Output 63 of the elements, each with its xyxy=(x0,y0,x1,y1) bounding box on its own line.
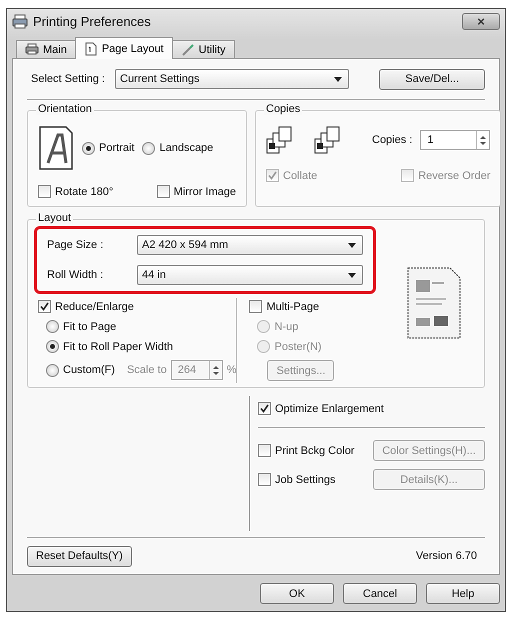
checkbox[interactable] xyxy=(38,300,51,313)
checkbox-label: Mirror Image xyxy=(174,186,236,198)
radio-label: Fit to Page xyxy=(63,320,116,332)
tab[interactable]: Utility xyxy=(172,40,235,58)
radio-label: Landscape xyxy=(159,142,214,154)
radio-label: Custom(F) xyxy=(63,364,115,376)
page-preview-icon xyxy=(406,266,462,340)
printer-icon xyxy=(12,14,28,28)
dropdown[interactable]: 44 in xyxy=(137,265,363,285)
checkbox[interactable] xyxy=(258,402,271,415)
checkbox[interactable] xyxy=(258,444,271,457)
window-title: Printing Preferences xyxy=(33,14,152,28)
checkbox-label: Rotate 180° xyxy=(55,186,114,198)
checkbox-label: Reverse Order xyxy=(418,170,490,182)
checkbox-label: Optimize Enlargement xyxy=(275,402,384,414)
radio-button[interactable] xyxy=(46,364,59,376)
checkbox[interactable] xyxy=(38,185,51,198)
checkbox-label: Print Bckg Color xyxy=(275,444,354,456)
radio-label: Fit to Roll Paper Width xyxy=(63,340,174,352)
radio-button[interactable] xyxy=(82,142,95,154)
dropdown[interactable]: A2 420 x 594 mm xyxy=(137,235,363,255)
checkbox-label: Collate xyxy=(283,170,318,182)
caret-icon xyxy=(348,272,356,278)
unit-label: % xyxy=(226,364,236,376)
ok-button[interactable]: OK xyxy=(260,583,334,604)
page-icon xyxy=(84,42,98,56)
wrench-icon xyxy=(180,42,195,56)
radio-button[interactable] xyxy=(46,340,59,353)
close-button[interactable]: × xyxy=(462,12,500,30)
checkbox-label: Job Settings xyxy=(275,474,336,486)
group-title: Copies xyxy=(264,103,302,115)
field-label: Roll Width : xyxy=(47,269,104,281)
help-button[interactable]: Help xyxy=(426,583,500,604)
tab[interactable]: Page Layout xyxy=(74,37,173,59)
copies-field[interactable]: 1 xyxy=(420,130,490,150)
field-label: Scale to xyxy=(126,364,167,376)
tab[interactable]: Main xyxy=(16,40,76,58)
collated-pages-icon xyxy=(314,125,340,155)
cancel-button[interactable]: Cancel xyxy=(343,583,417,604)
group-title: Layout xyxy=(36,212,74,224)
save-button[interactable]: Save/Del... xyxy=(379,68,485,90)
checkbox[interactable] xyxy=(156,185,170,198)
version-label: Version 6.70 xyxy=(416,550,477,562)
caret-icon xyxy=(334,76,342,82)
field-label: Select Setting : xyxy=(31,73,105,85)
collated-pages-icon xyxy=(266,125,292,155)
radio-label: Poster(N) xyxy=(274,340,322,352)
radio-label: Portrait xyxy=(99,142,134,154)
settings-dropdown[interactable]: Current Settings xyxy=(115,69,350,89)
field-label: Page Size : xyxy=(47,239,104,251)
radio-button[interactable] xyxy=(142,142,156,154)
group-title: Orientation xyxy=(36,103,94,115)
checkbox-label: Reduce/Enlarge xyxy=(55,300,134,312)
field-label: Copies : xyxy=(372,134,412,146)
reset-defaults-button[interactable]: Reset Defaults(Y) xyxy=(27,546,132,566)
radio-button[interactable] xyxy=(46,320,59,333)
caret-icon xyxy=(348,242,356,248)
printer-icon xyxy=(25,42,39,56)
checkbox[interactable] xyxy=(258,473,271,486)
page-letter-icon xyxy=(38,125,74,171)
radio-label: N-up xyxy=(274,320,298,332)
checkbox[interactable] xyxy=(249,300,262,313)
checkbox-label: Multi-Page xyxy=(266,300,320,312)
